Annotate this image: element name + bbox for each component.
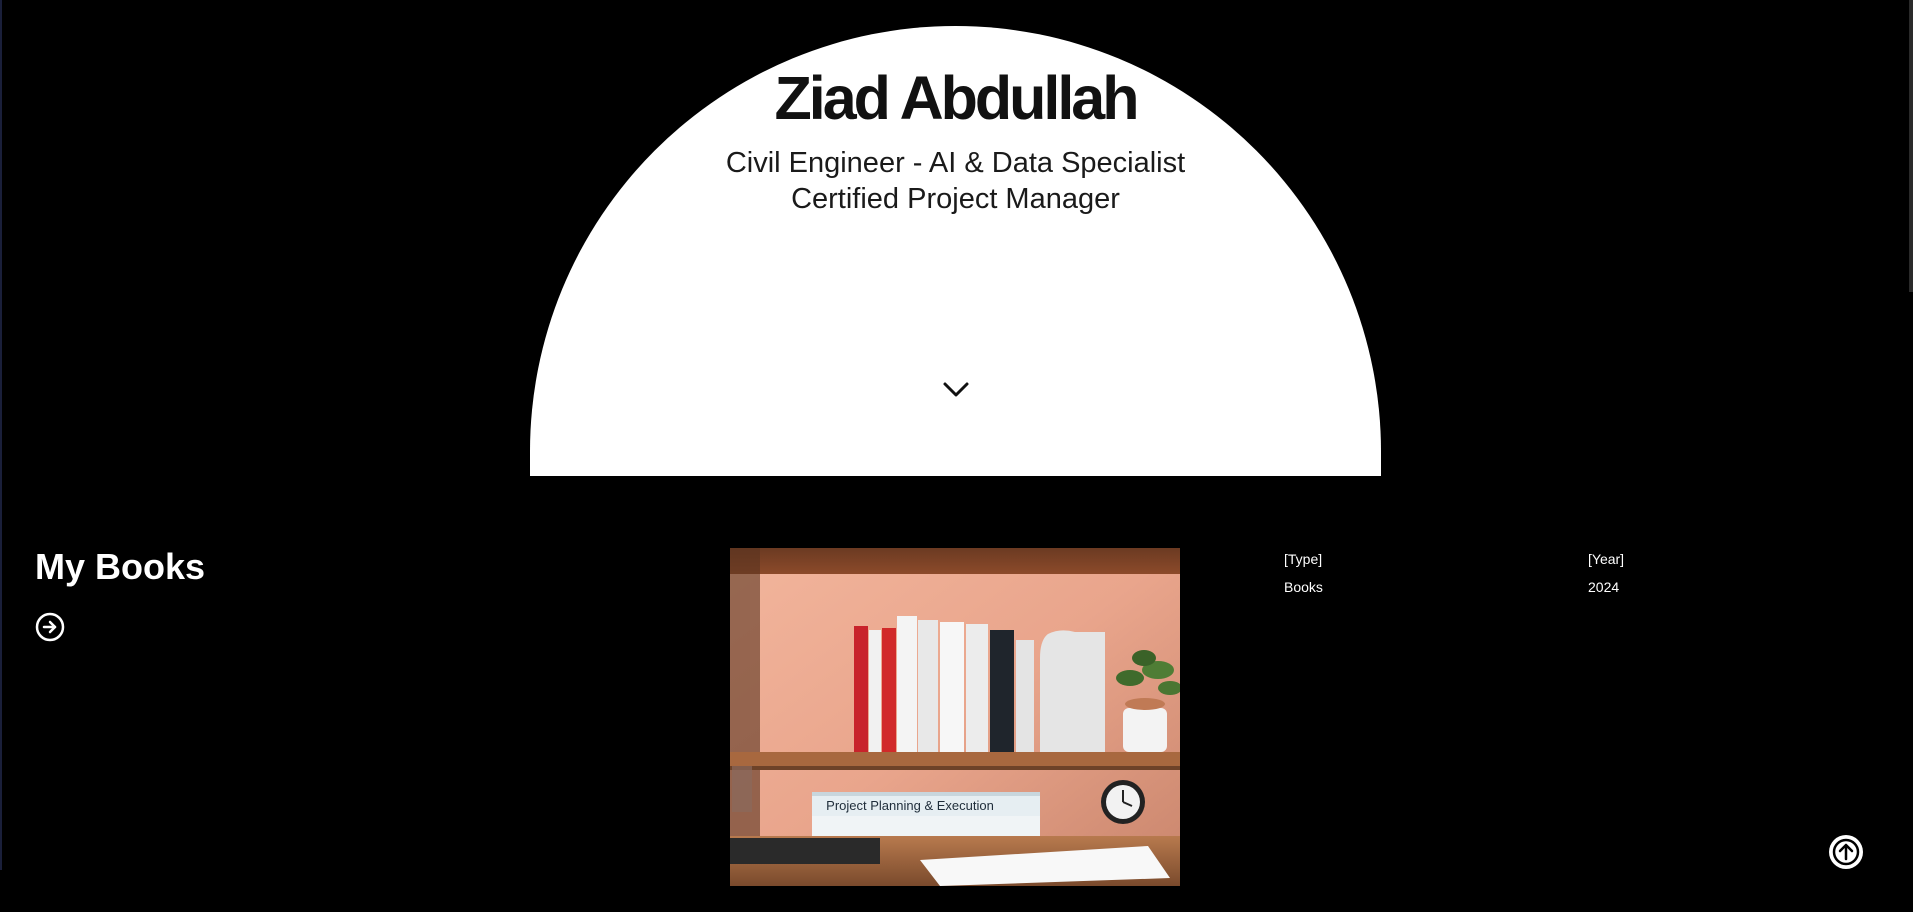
book-stack-title: Project Planning & Execution xyxy=(826,798,994,813)
hero-subtitle-line-1: Civil Engineer - AI & Data Specialist xyxy=(725,147,1186,179)
scrollbar-thumb[interactable] xyxy=(1909,0,1913,292)
window-edge xyxy=(0,0,2,870)
hero-name: Ziad Abdullah xyxy=(774,64,1140,132)
meta-year-label: [Year] xyxy=(1588,551,1625,567)
meta-type-label: [Type] xyxy=(1284,551,1323,567)
section-title-my-books: My Books xyxy=(35,546,206,587)
meta-year-value: 2024 xyxy=(1588,579,1620,595)
books-image[interactable]: Project Planning & Execution xyxy=(730,548,1180,886)
page: Ziad Abdullah Civil Engineer - AI & Data… xyxy=(0,0,1913,912)
hero-subtitle: Civil Engineer - AI & Data Specialist Ce… xyxy=(530,145,1381,217)
arrow-up-circle-icon[interactable] xyxy=(1828,834,1864,870)
chevron-down-icon[interactable] xyxy=(940,376,972,404)
hero-section: Ziad Abdullah Civil Engineer - AI & Data… xyxy=(530,26,1381,476)
hero-subtitle-line-2: Certified Project Manager xyxy=(791,183,1120,215)
meta-type-value: Books xyxy=(1284,579,1323,595)
arrow-right-circle-icon[interactable] xyxy=(35,612,65,642)
